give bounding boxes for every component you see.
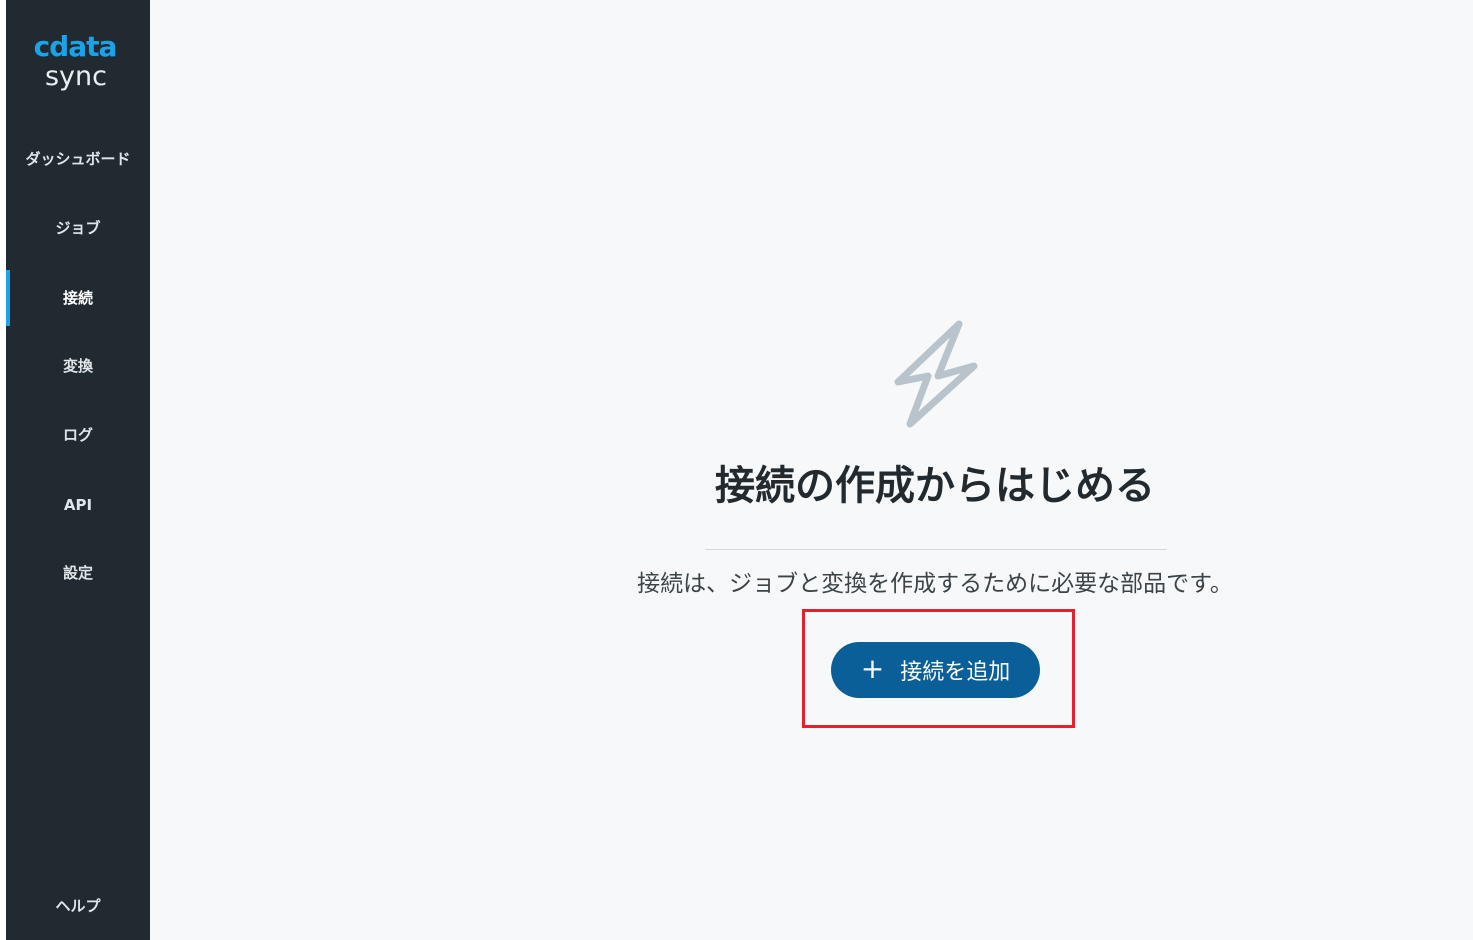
lightning-bolt-icon bbox=[894, 320, 978, 428]
sidebar-item-transformations[interactable]: 変換 bbox=[6, 338, 150, 394]
add-connection-button[interactable]: + 接続を追加 bbox=[831, 642, 1040, 698]
sidebar-item-help[interactable]: ヘルプ bbox=[6, 878, 150, 934]
empty-state-heading: 接続の作成からはじめる bbox=[715, 463, 1155, 509]
app-window: cdata sync ダッシュボード ジョブ 接続 変換 ログ API 設定 ヘ… bbox=[0, 0, 1473, 940]
plus-icon: + bbox=[860, 652, 885, 685]
main-content: 接続の作成からはじめる 接続は、ジョブと変換を作成するために必要な部品です。 +… bbox=[150, 0, 1473, 940]
logo-product: sync bbox=[44, 61, 107, 92]
sidebar-item-dashboard[interactable]: ダッシュボード bbox=[6, 131, 150, 187]
sidebar-item-api[interactable]: API bbox=[6, 477, 150, 533]
logo-brand: cdata bbox=[33, 30, 118, 63]
sidebar-item-logs[interactable]: ログ bbox=[6, 407, 150, 463]
divider bbox=[705, 549, 1167, 550]
empty-state-description: 接続は、ジョブと変換を作成するために必要な部品です。 bbox=[637, 571, 1233, 597]
sidebar-item-jobs[interactable]: ジョブ bbox=[6, 200, 150, 256]
sidebar-item-settings[interactable]: 設定 bbox=[6, 545, 150, 601]
sidebar-item-connections[interactable]: 接続 bbox=[6, 270, 150, 326]
app-logo[interactable]: cdata sync bbox=[6, 32, 150, 92]
add-connection-label: 接続を追加 bbox=[900, 660, 1011, 685]
sidebar: cdata sync ダッシュボード ジョブ 接続 変換 ログ API 設定 ヘ… bbox=[6, 0, 150, 940]
